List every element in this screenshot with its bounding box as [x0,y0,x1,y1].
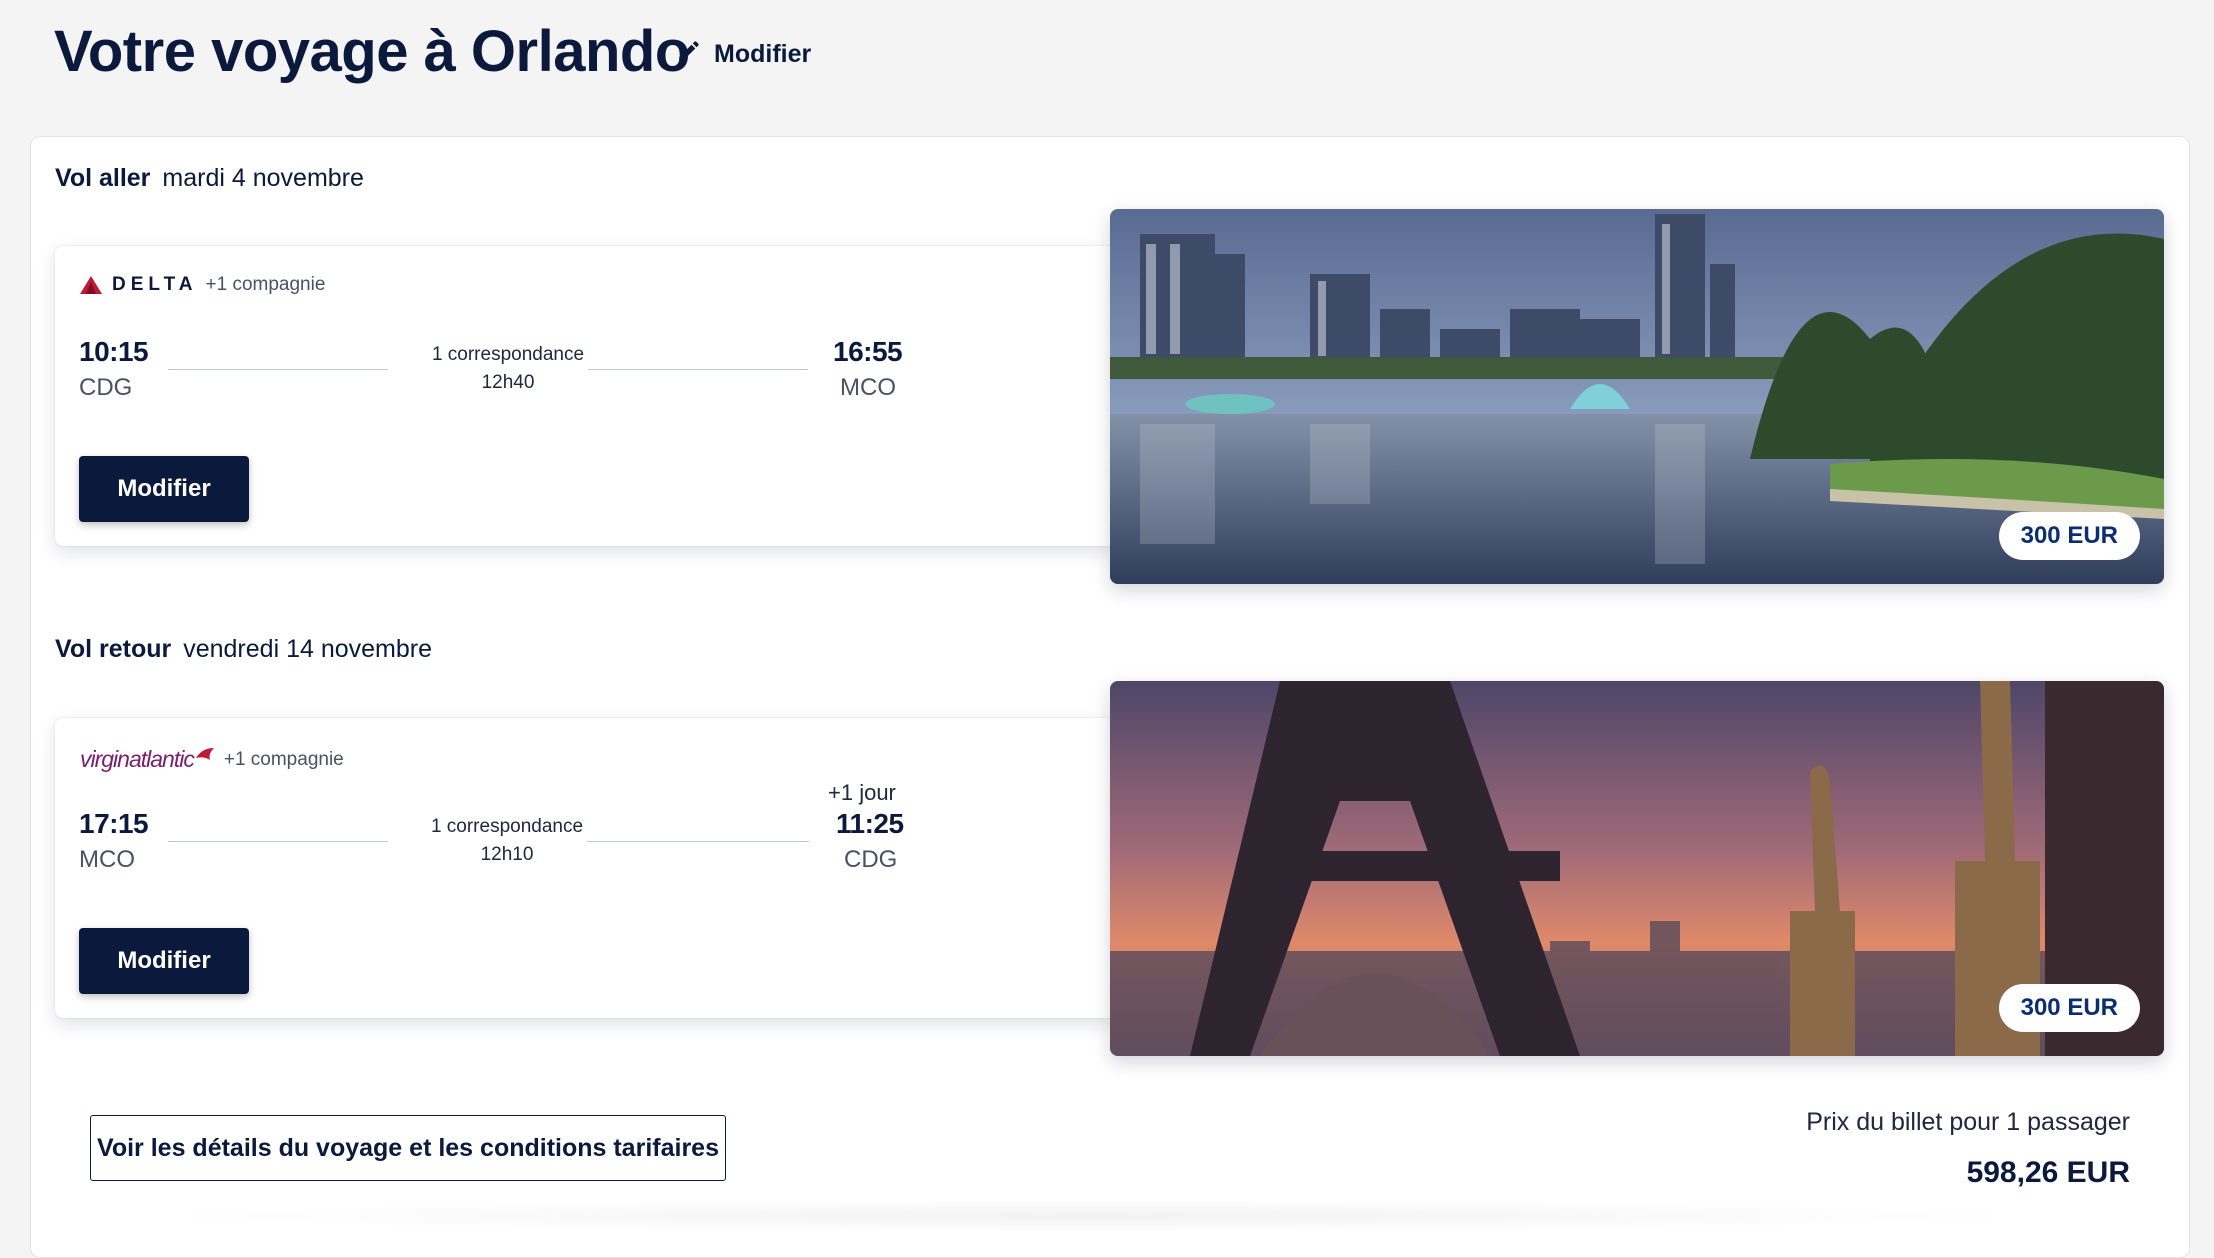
return-label: Vol retour [55,635,172,663]
outbound-connections: 1 correspondance [431,344,585,365]
return-modify-button[interactable]: Modifier [79,928,249,994]
return-price-badge: 300 EUR [1998,984,2140,1032]
return-flight-card: virginatlantic +1 compagnie 17:15 MCO 1 … [55,718,1115,1018]
outbound-flight-card: DELTA +1 compagnie 10:15 CDG 1 correspon… [55,246,1115,546]
return-connection-info: 1 correspondance 12h10 [397,813,617,869]
return-connections: 1 correspondance [430,816,584,837]
price-caption: Prix du billet pour 1 passager [1806,1108,2130,1136]
bottom-shadow [140,1200,2040,1232]
outbound-arrival-time: 16:55 [833,336,903,367]
virgin-atlantic-logo: virginatlantic [80,746,216,773]
price-total: 598,26 EUR [1966,1156,2130,1189]
return-arrival-time: 11:25 [836,808,904,839]
return-route-line-right [587,841,809,842]
outbound-duration: 12h40 [481,372,535,393]
edit-trip-link[interactable]: Modifier [676,38,811,71]
return-section-label: Vol retour vendredi 14 novembre [55,635,432,664]
return-departure-time: 17:15 [79,808,149,839]
outbound-label: Vol aller [55,164,151,192]
return-date: vendredi 14 novembre [183,635,432,663]
return-arrival-day-offset: +1 jour [828,780,896,805]
return-destination-image: 300 EUR [1110,681,2164,1056]
outbound-route-line-right [588,369,808,370]
return-extra-airline: +1 compagnie [223,748,344,770]
delta-logo: DELTA [80,274,198,296]
outbound-arrival-airport: MCO [840,374,896,401]
delta-triangle-icon [80,276,102,294]
return-airline-row: virginatlantic +1 compagnie [80,746,344,773]
outbound-connection-info: 1 correspondance 12h40 [398,341,618,397]
outbound-extra-airline: +1 compagnie [205,274,326,295]
page-title: Votre voyage à Orlando [54,19,690,84]
outbound-destination-image: 300 EUR [1110,209,2164,584]
trip-details-button[interactable]: Voir les détails du voyage et les condit… [90,1115,726,1181]
edit-trip-label: Modifier [714,40,812,68]
return-route-line-left [168,841,388,842]
outbound-modify-button[interactable]: Modifier [79,456,249,522]
outbound-route-line-left [168,369,388,370]
outbound-price-badge: 300 EUR [1998,512,2140,560]
delta-logo-text: DELTA [112,274,198,295]
return-arrival-airport: CDG [844,846,898,873]
virgin-atlantic-logo-text: virginatlantic [80,746,195,772]
outbound-departure-time: 10:15 [79,336,149,367]
virgin-flag-icon [195,748,214,760]
outbound-departure-airport: CDG [79,374,133,401]
pencil-icon [676,38,702,71]
return-duration: 12h10 [480,844,534,865]
outbound-airline-row: DELTA +1 compagnie [80,274,325,296]
outbound-section-label: Vol aller mardi 4 novembre [55,164,364,193]
outbound-date: mardi 4 novembre [162,164,364,192]
return-departure-airport: MCO [79,846,135,873]
